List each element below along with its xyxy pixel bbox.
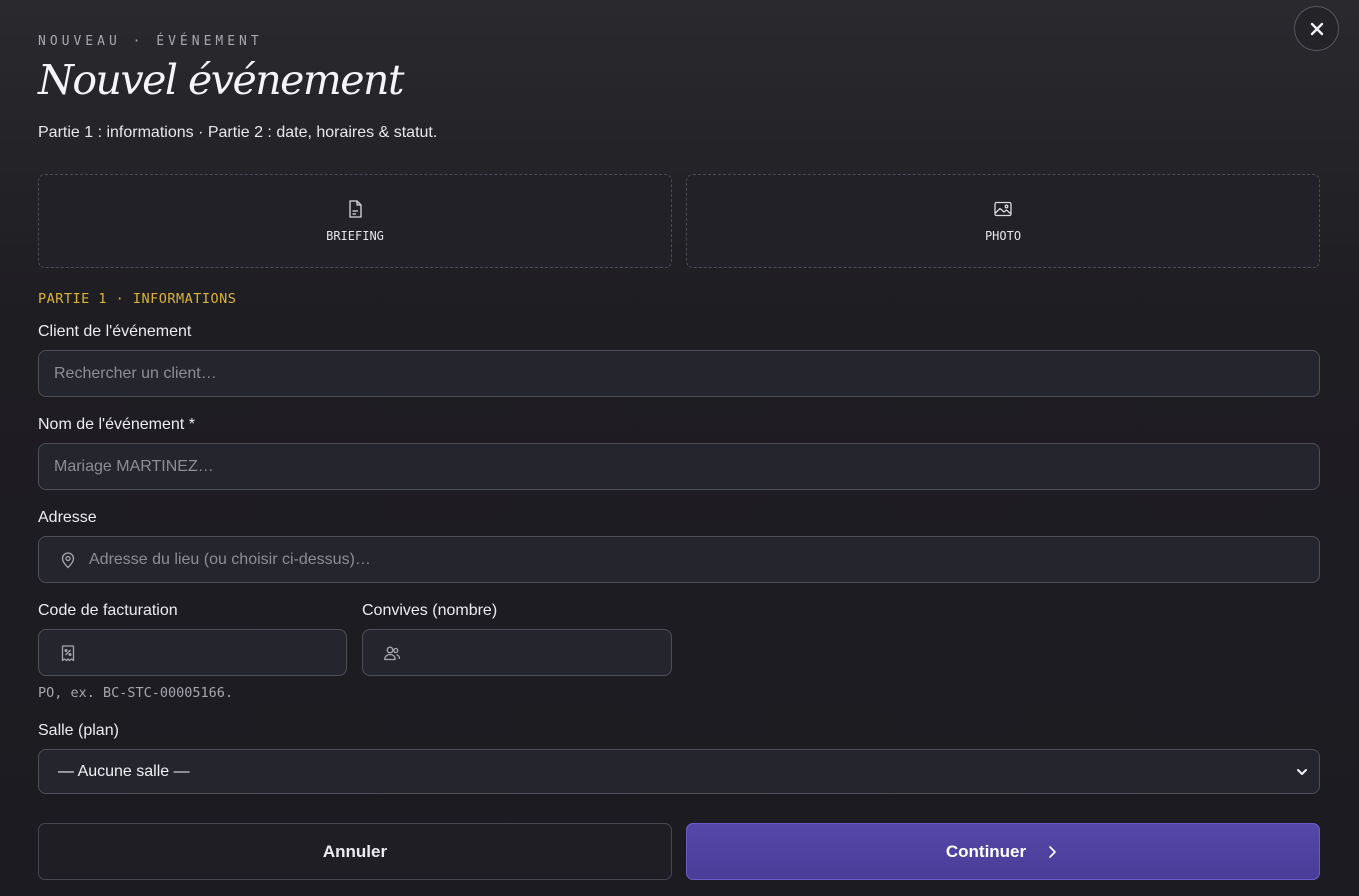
billing-code-hint: PO, ex. BC-STC-00005166. — [38, 685, 234, 701]
client-field — [38, 350, 1320, 397]
room-label: Salle (plan) — [38, 722, 119, 739]
address-input[interactable] — [77, 537, 1319, 582]
event-name-input[interactable] — [39, 444, 1319, 489]
eyebrow: NOUVEAU · ÉVÉNEMENT — [38, 34, 263, 49]
guests-field — [362, 629, 672, 676]
page-subtitle: Partie 1 : informations · Partie 2 : dat… — [38, 124, 438, 141]
continue-button[interactable]: Continuer — [686, 823, 1320, 880]
billing-code-input[interactable] — [77, 630, 346, 675]
section-title: PARTIE 1 · INFORMATIONS — [38, 291, 237, 307]
users-icon — [384, 646, 401, 660]
address-field — [38, 536, 1320, 583]
photo-upload[interactable]: PHOTO — [686, 174, 1320, 268]
guests-input[interactable] — [401, 630, 671, 675]
billing-code-label: Code de facturation — [38, 602, 178, 619]
chevron-down-icon — [1297, 768, 1307, 775]
location-pin-icon — [61, 551, 75, 568]
room-select[interactable]: — Aucune salle — — [38, 749, 1320, 794]
guests-label: Convives (nombre) — [362, 602, 498, 619]
event-name-label: Nom de l'événement * — [38, 416, 195, 433]
photo-label: PHOTO — [984, 229, 1022, 243]
image-icon — [994, 201, 1012, 217]
address-label: Adresse — [38, 509, 97, 526]
document-icon — [349, 200, 362, 218]
close-button[interactable] — [1294, 6, 1339, 51]
client-label: Client de l'événement — [38, 323, 192, 340]
receipt-icon — [61, 644, 75, 661]
chevron-right-icon — [1049, 845, 1056, 858]
close-icon — [1310, 22, 1323, 35]
continue-label: Continuer — [945, 841, 1027, 861]
room-selected-value: — Aucune salle — — [58, 762, 190, 780]
new-event-modal: NOUVEAU · ÉVÉNEMENT Nouvel événement Par… — [0, 0, 1359, 896]
billing-code-field — [38, 629, 347, 676]
client-search-input[interactable] — [39, 351, 1319, 396]
briefing-label: BRIEFING — [326, 229, 384, 243]
event-name-field — [38, 443, 1320, 490]
briefing-upload[interactable]: BRIEFING — [38, 174, 672, 268]
cancel-label: Annuler — [322, 841, 388, 861]
page-title: Nouvel événement — [38, 56, 404, 104]
cancel-button[interactable]: Annuler — [38, 823, 672, 880]
